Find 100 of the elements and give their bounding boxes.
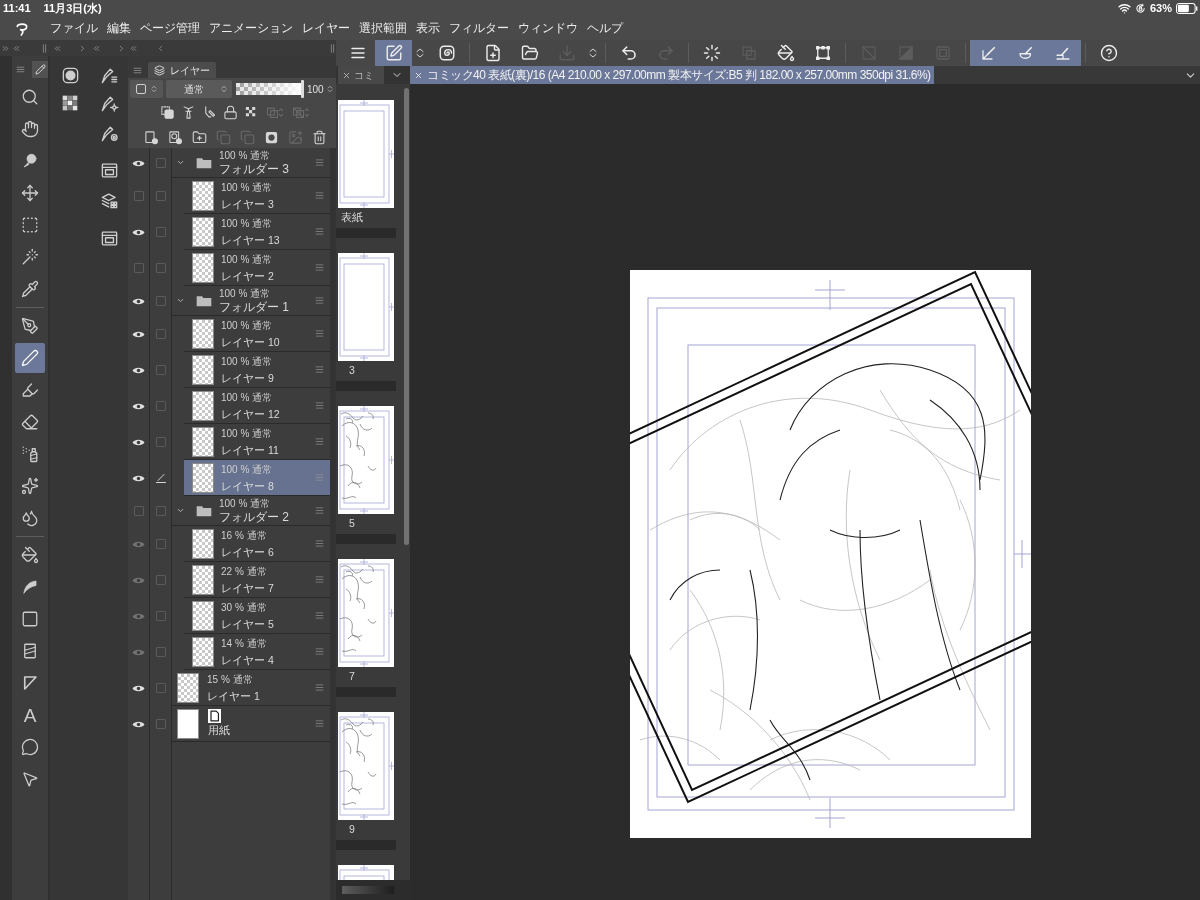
layer-tab[interactable]: レイヤー <box>148 62 216 78</box>
chevron-right-icon[interactable] <box>117 43 126 53</box>
color-grid-icon[interactable] <box>62 95 78 111</box>
layer-row[interactable]: 16 % 通常 レイヤー 6 <box>184 526 330 562</box>
window-icon[interactable] <box>99 228 119 248</box>
empty-checkbox[interactable] <box>155 191 166 201</box>
blend-mode-dropdown[interactable]: 通常 <box>166 80 232 98</box>
circle-button-icon[interactable] <box>60 65 80 85</box>
chevron-down-icon[interactable] <box>176 158 185 167</box>
empty-checkbox[interactable] <box>155 365 166 375</box>
scrollbar[interactable] <box>403 88 409 545</box>
tool-button[interactable] <box>15 343 45 373</box>
menu-item[interactable]: 選択範囲 <box>359 21 407 36</box>
menu-item[interactable]: レイヤー <box>302 21 350 36</box>
empty-checkbox[interactable] <box>155 437 166 447</box>
slider-thumb[interactable] <box>301 80 304 98</box>
tool-button[interactable]: A <box>15 700 45 730</box>
layer-tool-button[interactable] <box>144 128 159 146</box>
chevrons-left-icon[interactable] <box>92 43 101 53</box>
menu-item[interactable]: ヘルプ <box>587 21 623 36</box>
layer-row[interactable]: 100 % 通常 フォルダー 1 <box>172 286 330 316</box>
eye-icon[interactable] <box>132 437 145 447</box>
eye-icon[interactable] <box>132 401 145 411</box>
menu-icon[interactable] <box>315 227 324 236</box>
chevrons-left-icon[interactable] <box>12 43 21 53</box>
menu-icon[interactable] <box>315 683 324 692</box>
layer-row[interactable]: 100 % 通常 フォルダー 2 <box>172 496 330 526</box>
canvas-page-drawing[interactable] <box>630 270 1031 838</box>
page-thumbnail[interactable] <box>338 559 394 667</box>
empty-checkbox[interactable] <box>155 158 166 168</box>
empty-checkbox[interactable] <box>155 611 166 621</box>
page-thumbnail[interactable] <box>338 406 394 514</box>
layer-tool-button[interactable] <box>160 103 175 121</box>
empty-checkbox[interactable] <box>155 401 166 411</box>
window-icon[interactable] <box>99 160 119 180</box>
eye-icon[interactable] <box>132 158 145 168</box>
chevron-right-icon[interactable] <box>78 43 87 53</box>
menu-icon[interactable] <box>315 365 324 374</box>
menu-item[interactable]: アニメーション <box>209 21 293 36</box>
empty-checkbox[interactable] <box>133 191 144 201</box>
menu-icon[interactable] <box>315 539 324 548</box>
menu-item[interactable]: フィルター <box>449 21 509 36</box>
eye-icon[interactable] <box>132 719 145 729</box>
chevron-left-icon[interactable] <box>156 43 165 53</box>
layer-row[interactable]: 100 % 通常 レイヤー 9 <box>184 352 330 388</box>
empty-checkbox[interactable] <box>155 296 166 306</box>
layer-row[interactable]: 100 % 通常 レイヤー 13 <box>184 214 330 250</box>
menu-icon[interactable] <box>315 506 324 515</box>
up-down-chevrons-icon[interactable] <box>150 83 158 95</box>
empty-checkbox[interactable] <box>155 683 166 693</box>
eye-icon[interactable] <box>132 473 145 483</box>
layer-tool-button[interactable] <box>223 103 238 121</box>
empty-checkbox[interactable] <box>155 263 166 273</box>
layer-row[interactable]: 100 % 通常 レイヤー 10 <box>184 316 330 352</box>
empty-checkbox[interactable] <box>155 506 166 516</box>
layer-tool-button[interactable] <box>181 103 196 121</box>
menu-icon[interactable] <box>315 575 324 584</box>
page-thumbnail[interactable] <box>338 100 394 208</box>
layer-tool-button[interactable] <box>202 103 217 121</box>
empty-checkbox[interactable] <box>155 227 166 237</box>
layer-row[interactable]: 100 % 通常 レイヤー 8 <box>184 460 330 496</box>
eye-icon[interactable] <box>132 365 145 375</box>
page-thumbnail[interactable] <box>338 712 394 820</box>
chevron-down-icon[interactable] <box>176 506 185 515</box>
up-down-chevrons-icon[interactable] <box>220 83 228 95</box>
eye-icon[interactable] <box>132 683 145 693</box>
layer-row[interactable]: 100 % 通常 レイヤー 2 <box>184 250 330 286</box>
empty-checkbox[interactable] <box>155 719 166 729</box>
menu-icon[interactable] <box>315 719 324 728</box>
layer-row[interactable]: 用紙 <box>172 706 330 742</box>
layer-row[interactable]: 100 % 通常 レイヤー 3 <box>184 178 330 214</box>
menu-icon[interactable] <box>133 65 142 75</box>
chevrons-right-icon[interactable] <box>1 43 10 53</box>
up-down-chevrons-icon[interactable] <box>325 83 334 95</box>
menu-item[interactable]: ファイル <box>50 21 98 36</box>
empty-checkbox[interactable] <box>155 329 166 339</box>
menu-icon[interactable] <box>315 263 324 272</box>
tool-tab[interactable] <box>32 61 48 78</box>
menu-item[interactable]: 編集 <box>107 21 131 36</box>
toolbar-button[interactable] <box>375 40 412 66</box>
chevron-down-icon[interactable] <box>176 296 185 305</box>
eye-icon[interactable] <box>132 227 145 237</box>
pen-stroke-icon[interactable] <box>154 472 167 484</box>
layer-row[interactable]: 22 % 通常 レイヤー 7 <box>184 562 330 598</box>
menu-item[interactable]: ウィンドウ <box>518 21 578 36</box>
layer-row[interactable]: 15 % 通常 レイヤー 1 <box>172 670 330 706</box>
menu-icon[interactable] <box>315 611 324 620</box>
layer-tool-button[interactable] <box>192 128 207 146</box>
menu-item[interactable]: ページ管理 <box>140 21 200 36</box>
page-panel-tab[interactable]: コミ <box>338 66 384 84</box>
menu-icon[interactable] <box>315 437 324 446</box>
menu-icon[interactable] <box>16 65 25 74</box>
layer-row[interactable]: 100 % 通常 フォルダー 3 <box>172 148 330 178</box>
layer-row[interactable]: 30 % 通常 レイヤー 5 <box>184 598 330 634</box>
menu-icon[interactable] <box>315 401 324 410</box>
grip-icon[interactable] <box>42 43 47 53</box>
page-thumbnail[interactable] <box>338 253 394 361</box>
chevrons-left-icon[interactable] <box>129 43 138 53</box>
grip-icon[interactable] <box>330 43 335 53</box>
menu-icon[interactable] <box>315 296 324 305</box>
